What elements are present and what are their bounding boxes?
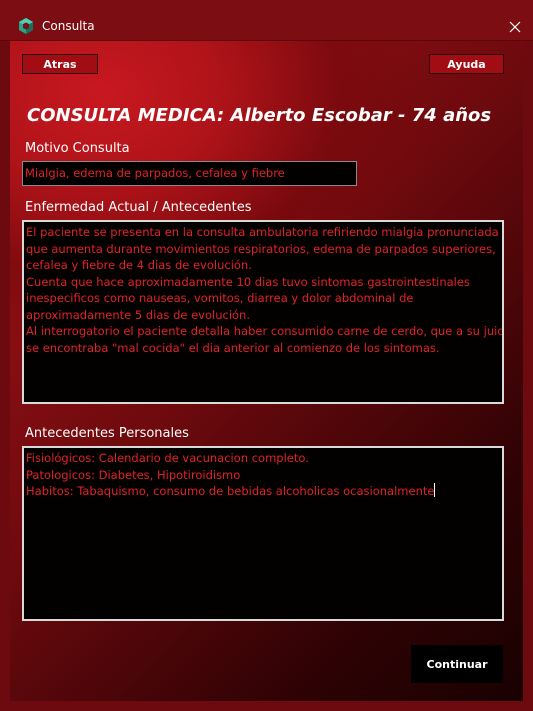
- motivo-value: Mialgia, edema de parpados, cefalea y fi…: [25, 166, 285, 180]
- back-button[interactable]: Atras: [22, 54, 98, 74]
- window-frame-left: [0, 41, 10, 711]
- enfermedad-line: inespecificos como nauseas, vomitos, dia…: [26, 291, 414, 305]
- antecedentes-line: Patologicos: Diabetes, Hipotiroidismo: [26, 467, 241, 482]
- enfermedad-line: que aumenta durante movimientos respirat…: [26, 241, 496, 256]
- window-frame-bottom: [0, 701, 533, 711]
- enfermedad-line: aproximadamente 5 dias de evolución.: [26, 307, 250, 322]
- title-bar: Consulta: [0, 0, 533, 41]
- enfermedad-line: Al interrogatorio el paciente detalla ha…: [26, 324, 504, 338]
- antecedentes-textarea[interactable]: Fisiológicos: Calendario de vacunacion c…: [22, 446, 504, 621]
- close-button[interactable]: [501, 14, 529, 40]
- antecedentes-line: Fisiológicos: Calendario de vacunacion c…: [26, 451, 309, 465]
- window-frame-right: [523, 41, 533, 711]
- enfermedad-line: El paciente se presenta en la consulta a…: [26, 225, 499, 239]
- enfermedad-line: se encontraba "mal cocida" el dia anteri…: [26, 340, 440, 355]
- consulta-window: Consulta Atras Ayuda CONSULTA MEDICA: Al…: [0, 0, 533, 711]
- page-title: CONSULTA MEDICA: Alberto Escobar - 74 añ…: [27, 105, 492, 126]
- antecedentes-line-text: Habitos: Tabaquismo, consumo de bebidas …: [26, 484, 435, 498]
- form-panel: Atras Ayuda CONSULTA MEDICA: Alberto Esc…: [10, 41, 523, 701]
- text-caret: [434, 483, 436, 497]
- antecedentes-label: Antecedentes Personales: [25, 426, 189, 441]
- motivo-label: Motivo Consulta: [25, 141, 130, 156]
- motivo-input[interactable]: Mialgia, edema de parpados, cefalea y fi…: [22, 161, 357, 186]
- enfermedad-line: cefalea y fiebre de 4 dias de evolución.: [26, 258, 252, 272]
- close-icon: [509, 18, 521, 37]
- window-title: Consulta: [42, 19, 95, 33]
- enfermedad-textarea[interactable]: El paciente se presenta en la consulta a…: [22, 220, 504, 404]
- app-logo-icon: [18, 18, 34, 34]
- continue-button[interactable]: Continuar: [411, 645, 503, 683]
- enfermedad-line: Cuenta que hace aproximadamente 10 dias …: [26, 274, 470, 289]
- enfermedad-label: Enfermedad Actual / Antecedentes: [25, 200, 252, 215]
- antecedentes-line: Habitos: Tabaquismo, consumo de bebidas …: [26, 483, 500, 500]
- help-button[interactable]: Ayuda: [429, 54, 504, 74]
